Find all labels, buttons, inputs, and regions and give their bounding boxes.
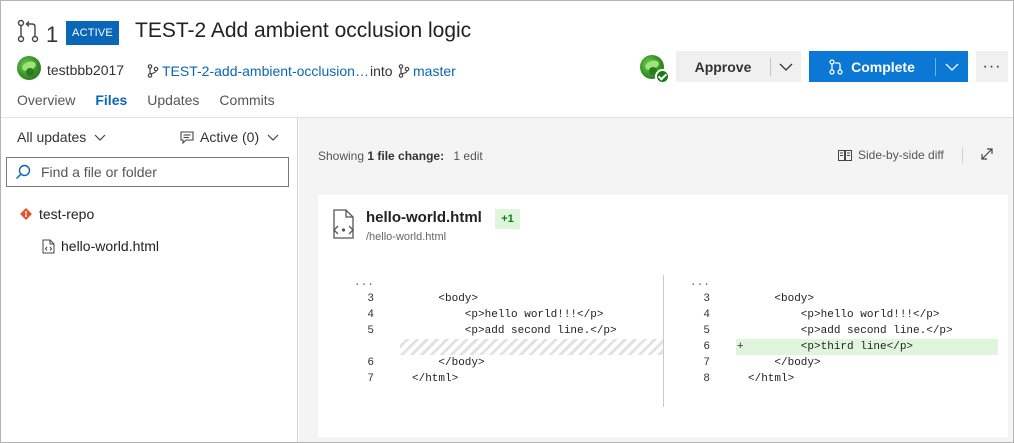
file-code-icon — [328, 209, 356, 242]
tree-item-repo[interactable]: test-repo — [20, 206, 94, 222]
pull-request-icon — [17, 19, 39, 43]
code-line: <body> — [412, 293, 479, 305]
line-number: 4 — [703, 309, 710, 321]
code-line: </body> — [748, 357, 821, 369]
complete-main-button[interactable]: Complete — [809, 59, 935, 75]
collapsed-lines-left[interactable]: ... — [354, 275, 374, 291]
search-input[interactable] — [41, 164, 281, 180]
line-number: 6 — [703, 341, 710, 353]
git-repo-icon — [20, 208, 32, 220]
chevron-down-icon — [94, 134, 106, 141]
author-avatar[interactable] — [17, 56, 41, 80]
line-number: 3 — [703, 293, 710, 305]
line-number: 8 — [703, 373, 710, 385]
line-number: 3 — [367, 293, 374, 305]
comment-icon — [180, 130, 194, 144]
comments-filter-dropdown[interactable]: Active (0) — [180, 129, 279, 145]
code-line: </html> — [748, 373, 795, 385]
code-line: <p>add second line.</p> — [412, 325, 617, 337]
tab-overview[interactable]: Overview — [17, 92, 75, 108]
showing-count: 1 file change: — [367, 149, 445, 163]
approve-button[interactable]: Approve — [676, 51, 801, 82]
side-by-side-label: Side-by-side diff — [858, 148, 944, 162]
separator — [962, 147, 963, 163]
line-number: 7 — [703, 357, 710, 369]
added-lines-badge: +1 — [495, 209, 520, 229]
diff-file-path: /hello-world.html — [366, 231, 447, 243]
expand-icon — [981, 148, 993, 160]
code-line: <p>add second line.</p> — [748, 325, 953, 337]
tab-files[interactable]: Files — [95, 92, 127, 108]
code-line-added: <p>third line</p> — [748, 341, 914, 353]
code-line: <body> — [748, 293, 815, 305]
repo-name: test-repo — [39, 206, 95, 222]
comments-filter-label: Active (0) — [200, 129, 260, 145]
pr-id: 1 — [46, 22, 59, 47]
tree-item-file[interactable]: hello-world.html — [42, 238, 159, 254]
search-icon — [16, 164, 31, 179]
source-branch-link[interactable]: TEST-2-add-ambient-occlusion… — [147, 63, 369, 79]
side-by-side-icon — [838, 149, 852, 161]
code-line: <p>hello world!!!</p> — [748, 309, 940, 321]
chevron-down-icon — [779, 63, 793, 71]
line-number: 5 — [367, 325, 374, 337]
more-actions-button[interactable]: ··· — [976, 51, 1008, 82]
branch-icon — [147, 64, 159, 78]
code-line: </html> — [412, 373, 459, 385]
line-number: 4 — [367, 309, 374, 321]
reviewer-avatar[interactable] — [640, 55, 670, 85]
showing-prefix: Showing — [318, 149, 365, 163]
file-code-icon — [42, 239, 55, 253]
line-number: 6 — [367, 357, 374, 369]
code-line: </body> — [412, 357, 485, 369]
page-title: TEST-2 Add ambient occlusion logic — [135, 19, 472, 42]
into-label: into — [370, 63, 393, 79]
tab-bar: Overview Files Updates Commits — [17, 92, 295, 108]
file-search-box[interactable] — [6, 157, 289, 187]
code-line: <p>hello world!!!</p> — [412, 309, 604, 321]
source-branch-label: TEST-2-add-ambient-occlusion… — [162, 63, 369, 79]
chevron-down-icon — [267, 134, 279, 141]
fullscreen-button[interactable] — [980, 147, 994, 164]
missing-line-placeholder — [400, 339, 663, 355]
approved-check-icon — [655, 69, 670, 84]
tab-commits[interactable]: Commits — [219, 92, 274, 108]
line-number: 5 — [703, 325, 710, 337]
approve-dropdown-button[interactable] — [771, 63, 801, 71]
chevron-down-icon — [945, 63, 959, 71]
side-by-side-toggle[interactable]: Side-by-side diff — [838, 148, 944, 162]
diff-divider — [663, 275, 664, 407]
complete-dropdown-button[interactable] — [936, 63, 968, 71]
diff-file-name[interactable]: hello-world.html — [366, 209, 482, 226]
branch-icon — [398, 64, 410, 78]
file-name: hello-world.html — [61, 238, 160, 254]
updates-filter-label: All updates — [17, 129, 87, 145]
target-branch-link[interactable]: master — [398, 63, 456, 79]
updates-filter-dropdown[interactable]: All updates — [17, 129, 106, 145]
status-badge: ACTIVE — [66, 21, 119, 45]
line-number: 7 — [367, 373, 374, 385]
edit-count: 1 edit — [453, 149, 483, 163]
collapsed-lines-right[interactable]: ... — [690, 275, 710, 291]
complete-button[interactable]: Complete — [809, 51, 968, 82]
tab-updates[interactable]: Updates — [147, 92, 199, 108]
complete-label: Complete — [851, 58, 915, 75]
target-branch-label: master — [413, 63, 456, 79]
author-name[interactable]: testbbb2017 — [47, 62, 124, 78]
pull-request-icon — [829, 58, 843, 75]
change-summary: Showing 1 file change: 1 edit — [318, 149, 483, 163]
added-marker: + — [737, 341, 744, 353]
approve-label: Approve — [694, 58, 752, 75]
